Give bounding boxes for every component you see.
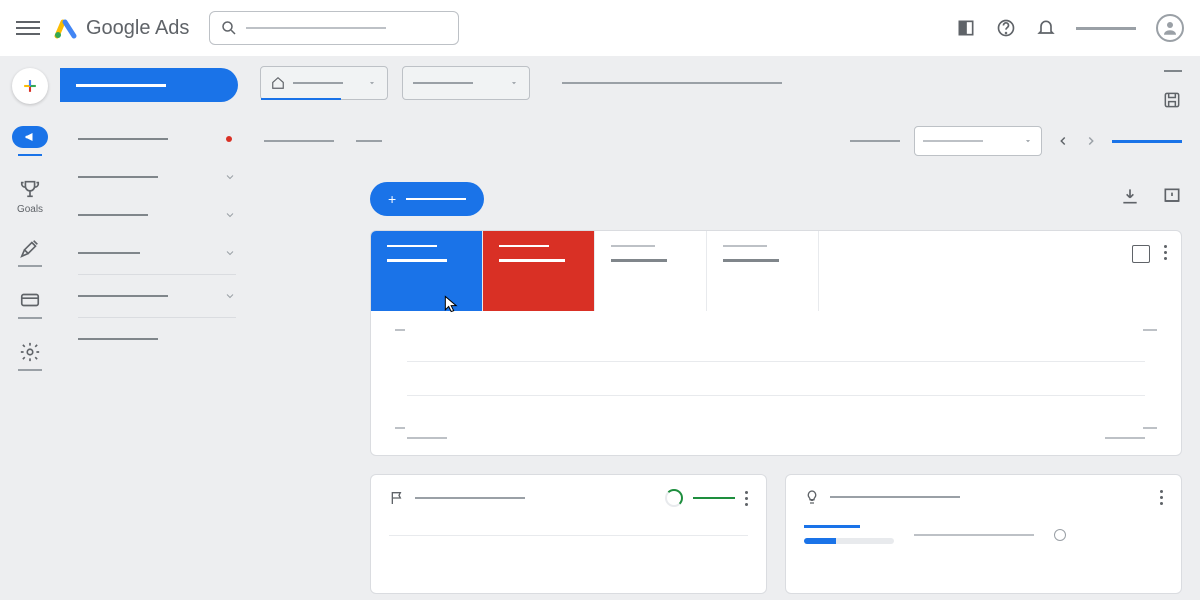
gear-icon [19,341,41,363]
info-icon[interactable] [1054,529,1066,541]
rail-campaigns[interactable] [0,126,60,156]
stat-tile[interactable] [371,231,483,311]
scorecard-chart-card [370,230,1182,456]
billing-icon [19,289,41,311]
chart-options-icon[interactable] [1132,245,1150,263]
alert-dot-icon [226,136,232,142]
feedback-icon[interactable] [1162,186,1182,206]
product-name: Google Ads [86,17,189,40]
flag-icon [389,490,405,506]
progress-bar [804,538,894,544]
next-period-button[interactable] [1084,134,1098,148]
caret-down-icon [1023,136,1033,146]
help-icon[interactable] [996,18,1016,38]
metric-value [804,525,860,528]
metric-label [914,534,1034,536]
sidebar-item[interactable] [60,277,250,315]
more-menu-icon[interactable] [745,491,748,506]
optiscore-card [370,474,767,594]
app-header: Google Ads [0,0,1200,56]
sidebar-item[interactable] [60,196,250,234]
account-label[interactable] [1076,27,1136,30]
create-button[interactable] [12,68,48,104]
search-input[interactable] [209,11,459,45]
rail-tools[interactable] [0,237,60,267]
appearance-icon[interactable] [956,18,976,38]
recommendations-card [785,474,1182,594]
rail-goals-label: Goals [17,204,43,215]
rail-goals[interactable]: Goals [0,178,60,215]
save-icon[interactable] [1162,90,1182,110]
bulb-icon [804,489,820,505]
chevron-down-icon [224,247,236,259]
stat-tile[interactable] [483,231,595,311]
sidebar-panel [60,56,250,600]
menu-button[interactable] [16,16,40,40]
person-icon [1161,19,1179,37]
breadcrumb [562,82,782,84]
trophy-icon [19,178,41,200]
tab-item[interactable] [264,140,334,142]
megaphone-icon [22,131,38,143]
time-series-chart [371,311,1181,455]
tools-icon [19,237,41,259]
campaign-selector[interactable] [260,66,388,100]
sidebar-overview-chip[interactable] [60,68,238,102]
collapse-button[interactable] [1164,70,1182,72]
status-label [693,497,735,499]
google-ads-icon [54,16,78,40]
more-menu-icon[interactable] [1160,490,1163,505]
stat-tile[interactable] [707,231,819,311]
rail-admin[interactable] [0,341,60,371]
header-actions [956,14,1184,42]
caret-down-icon [367,78,377,88]
compare-link[interactable] [1112,140,1182,143]
tab-item[interactable] [356,140,382,142]
chevron-down-icon [224,171,236,183]
sidebar-item[interactable] [60,120,250,158]
sidebar-item[interactable] [60,158,250,196]
adgroup-selector[interactable] [402,66,530,100]
plus-icon: + [388,191,396,207]
download-icon[interactable] [1120,186,1140,206]
notifications-icon[interactable] [1036,18,1056,38]
left-rail: Goals [0,56,60,600]
plus-icon [20,76,40,96]
add-button[interactable]: + [370,182,484,216]
home-icon [271,76,285,90]
chevron-down-icon [224,290,236,302]
loading-spinner-icon [665,489,683,507]
main-content: + [250,56,1200,600]
sidebar-item[interactable] [60,320,250,358]
caret-down-icon [509,78,519,88]
stat-tile[interactable] [595,231,707,311]
chevron-down-icon [224,209,236,221]
date-range-selector[interactable] [914,126,1042,156]
prev-period-button[interactable] [1056,134,1070,148]
product-logo[interactable]: Google Ads [54,16,189,40]
rail-billing[interactable] [0,289,60,319]
account-avatar[interactable] [1156,14,1184,42]
sidebar-item[interactable] [60,234,250,272]
date-range-label [850,140,900,142]
more-menu-icon[interactable] [1164,245,1167,260]
search-icon [220,19,238,37]
